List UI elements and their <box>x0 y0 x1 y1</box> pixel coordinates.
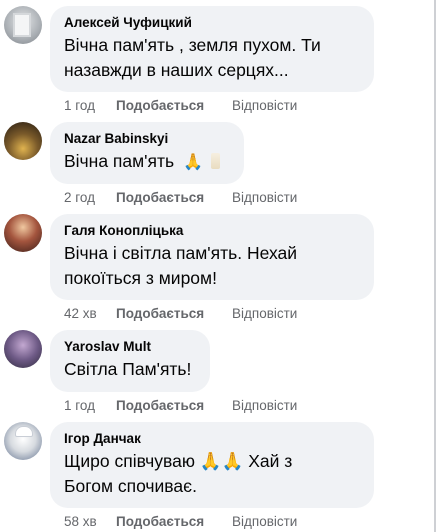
comment-text-line: Богом спочиває. <box>64 476 197 496</box>
comment-actions: 1 год Подобається Відповісти <box>64 398 297 413</box>
comment-text-line: назавжди в наших серцях... <box>64 60 289 80</box>
reply-button[interactable]: Відповісти <box>232 98 297 113</box>
reply-button[interactable]: Відповісти <box>232 190 297 205</box>
avatar[interactable] <box>4 330 42 368</box>
comment-text-line: Вічна і світла пам'ять. Нехай <box>64 243 298 263</box>
comment-author[interactable]: Yaroslav Mult <box>64 338 198 356</box>
reply-button[interactable]: Відповісти <box>232 398 297 413</box>
comment-bubble: Алексей Чуфицкий Вічна пам'ять , земля п… <box>50 6 374 92</box>
comment-text: Світла Пам'ять! <box>64 357 198 382</box>
comment-time[interactable]: 42 хв <box>64 306 116 321</box>
comment-author[interactable]: Ігор Данчак <box>64 430 362 448</box>
like-button[interactable]: Подобається <box>116 306 232 321</box>
comment-text-line: Світла Пам'ять! <box>64 359 192 379</box>
comment-text-line: Щиро співчуваю 🙏🙏 Хай з <box>64 451 293 471</box>
comment-text: Вічна пам'ять 🙏 <box>64 149 232 175</box>
comment-time[interactable]: 2 год <box>64 190 116 205</box>
candle-icon <box>210 153 220 169</box>
comment-text-line: покоїться з миром! <box>64 268 217 288</box>
comment-text-line: Вічна пам'ять , земля пухом. Ти <box>64 35 321 55</box>
avatar[interactable] <box>4 122 42 160</box>
comment-text: Вічна пам'ять , земля пухом. Ти назавжди… <box>64 33 362 83</box>
comment-actions: 2 год Подобається Відповісти <box>64 190 297 205</box>
avatar[interactable] <box>4 6 42 44</box>
comment-text: Вічна і світла пам'ять. Нехай покоїться … <box>64 241 362 291</box>
comment-text-line: Вічна пам'ять <box>64 151 175 171</box>
avatar[interactable] <box>4 214 42 252</box>
reply-button[interactable]: Відповісти <box>232 306 297 321</box>
like-button[interactable]: Подобається <box>116 514 232 529</box>
comment-author[interactable]: Nazar Babinskyi <box>64 130 232 148</box>
comment-author[interactable]: Алексей Чуфицкий <box>64 14 362 32</box>
comment-time[interactable]: 1 год <box>64 98 116 113</box>
comment-bubble: Yaroslav Mult Світла Пам'ять! <box>50 330 210 392</box>
comment-actions: 1 год Подобається Відповісти <box>64 98 297 113</box>
like-button[interactable]: Подобається <box>116 98 232 113</box>
reply-button[interactable]: Відповісти <box>232 514 297 529</box>
comment-time[interactable]: 1 год <box>64 398 116 413</box>
comment-bubble: Ігор Данчак Щиро співчуваю 🙏🙏 Хай з Бого… <box>50 422 374 508</box>
comment-actions: 42 хв Подобається Відповісти <box>64 306 297 321</box>
comment-actions: 58 хв Подобається Відповісти <box>64 514 297 529</box>
comment-bubble: Галя Коноплiцька Вічна і світла пам'ять.… <box>50 214 374 300</box>
avatar[interactable] <box>4 422 42 460</box>
comment-bubble: Nazar Babinskyi Вічна пам'ять 🙏 <box>50 122 244 184</box>
comment-text: Щиро співчуваю 🙏🙏 Хай з Богом спочиває. <box>64 449 362 499</box>
comment-author[interactable]: Галя Коноплiцька <box>64 222 362 240</box>
like-button[interactable]: Подобається <box>116 398 232 413</box>
comment-time[interactable]: 58 хв <box>64 514 116 529</box>
like-button[interactable]: Подобається <box>116 190 232 205</box>
praying-hands-icon: 🙏 <box>183 154 203 171</box>
